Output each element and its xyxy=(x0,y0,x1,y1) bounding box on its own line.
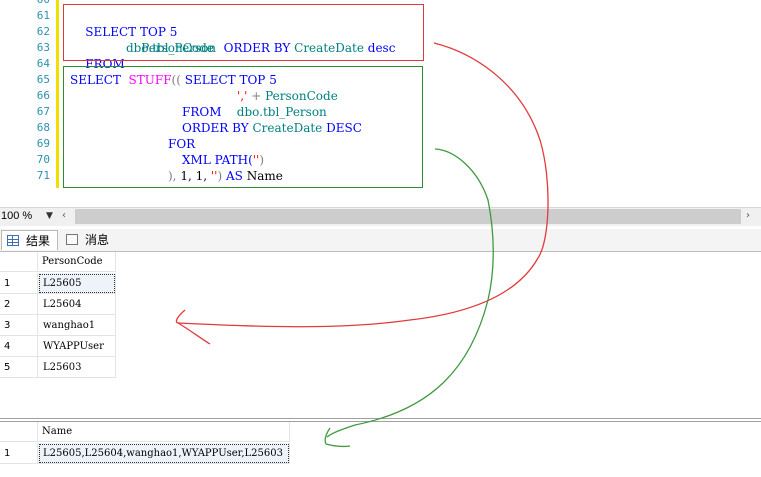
tab-messages-label: 消息 xyxy=(85,233,110,247)
row-number[interactable]: 1 xyxy=(0,443,38,464)
line-number: 60 xyxy=(10,0,50,8)
row-number[interactable]: 4 xyxy=(0,336,38,357)
line-number-gutter: 60 61 62 63 64 65 66 67 68 69 70 71 xyxy=(0,0,54,206)
grid-cell[interactable]: wanghao1 xyxy=(38,315,116,336)
scroll-left-button[interactable]: ‹ xyxy=(62,210,66,221)
line-number: 69 xyxy=(36,137,50,150)
results-grid-2[interactable]: Name 1 L25605,L25604,wanghao1,WYAPPUser,… xyxy=(0,421,761,477)
zoom-level[interactable]: 100 % xyxy=(1,210,32,222)
tab-messages[interactable]: 消息 xyxy=(61,230,113,250)
message-icon xyxy=(66,234,78,245)
row-number[interactable]: 2 xyxy=(0,294,38,315)
grid-cell[interactable]: L25604 xyxy=(38,294,116,315)
grid-corner[interactable] xyxy=(0,422,38,442)
line-number: 62 xyxy=(36,25,50,38)
horizontal-scrollbar[interactable] xyxy=(75,209,741,224)
chevron-down-icon[interactable]: ▼ xyxy=(46,211,53,221)
line-number: 68 xyxy=(36,121,50,134)
line-number: 63 xyxy=(36,41,50,54)
results-grid-1[interactable]: PersonCode 1 L25605 2 L25604 3 wanghao1 … xyxy=(0,251,761,419)
results-tabs: 结果 消息 xyxy=(0,229,761,251)
line-number: 70 xyxy=(36,153,50,166)
row-number[interactable]: 1 xyxy=(0,273,38,294)
row-number[interactable]: 3 xyxy=(0,315,38,336)
row-number[interactable]: 5 xyxy=(0,357,38,378)
column-header[interactable]: Name xyxy=(38,422,290,442)
scroll-right-button[interactable]: › xyxy=(746,210,750,221)
line-number: 61 xyxy=(36,9,50,22)
line-number: 65 xyxy=(36,73,50,86)
change-tracking-bar xyxy=(56,0,59,188)
grid-cell[interactable]: WYAPPUser xyxy=(38,336,116,357)
line-number: 71 xyxy=(36,169,50,182)
grid-cell[interactable]: L25603 xyxy=(38,357,116,378)
grid-icon xyxy=(7,235,19,246)
sql-editor[interactable]: 60 61 62 63 64 65 66 67 68 69 70 71 SELE… xyxy=(0,0,761,206)
grid-cell[interactable]: L25605,L25604,wanghao1,WYAPPUser,L25603 xyxy=(38,443,290,464)
column-header[interactable]: PersonCode xyxy=(38,252,116,272)
tab-results-label: 结果 xyxy=(26,234,51,248)
tab-results[interactable]: 结果 xyxy=(1,230,58,250)
line-number: 66 xyxy=(36,89,50,102)
zoom-scroll-bar: 100 % ▼ ‹ › xyxy=(0,207,761,226)
annotation-box-query1 xyxy=(63,4,424,61)
annotation-box-query2 xyxy=(63,66,423,188)
grid-cell[interactable]: L25605 xyxy=(38,273,116,294)
line-number: 64 xyxy=(36,57,50,70)
line-number: 67 xyxy=(36,105,50,118)
grid-corner[interactable] xyxy=(0,252,38,272)
